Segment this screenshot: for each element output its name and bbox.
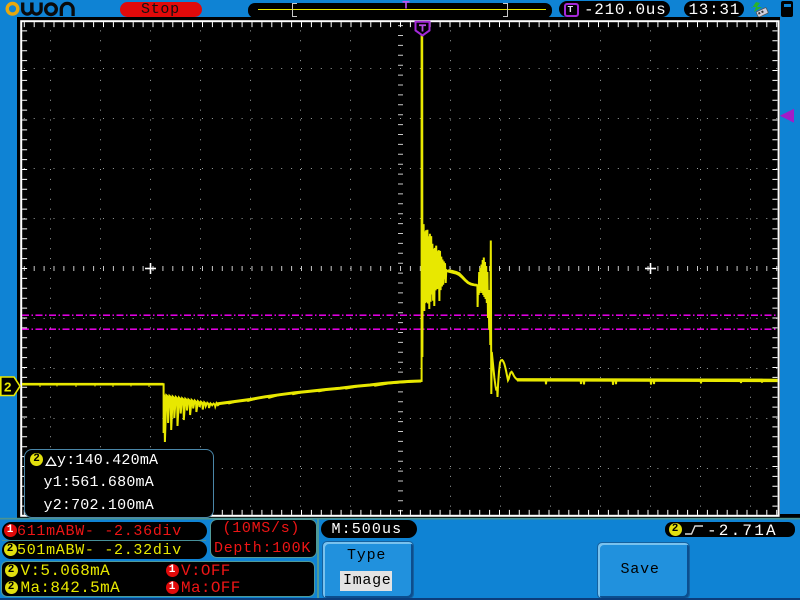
- svg-text:2: 2: [4, 382, 12, 397]
